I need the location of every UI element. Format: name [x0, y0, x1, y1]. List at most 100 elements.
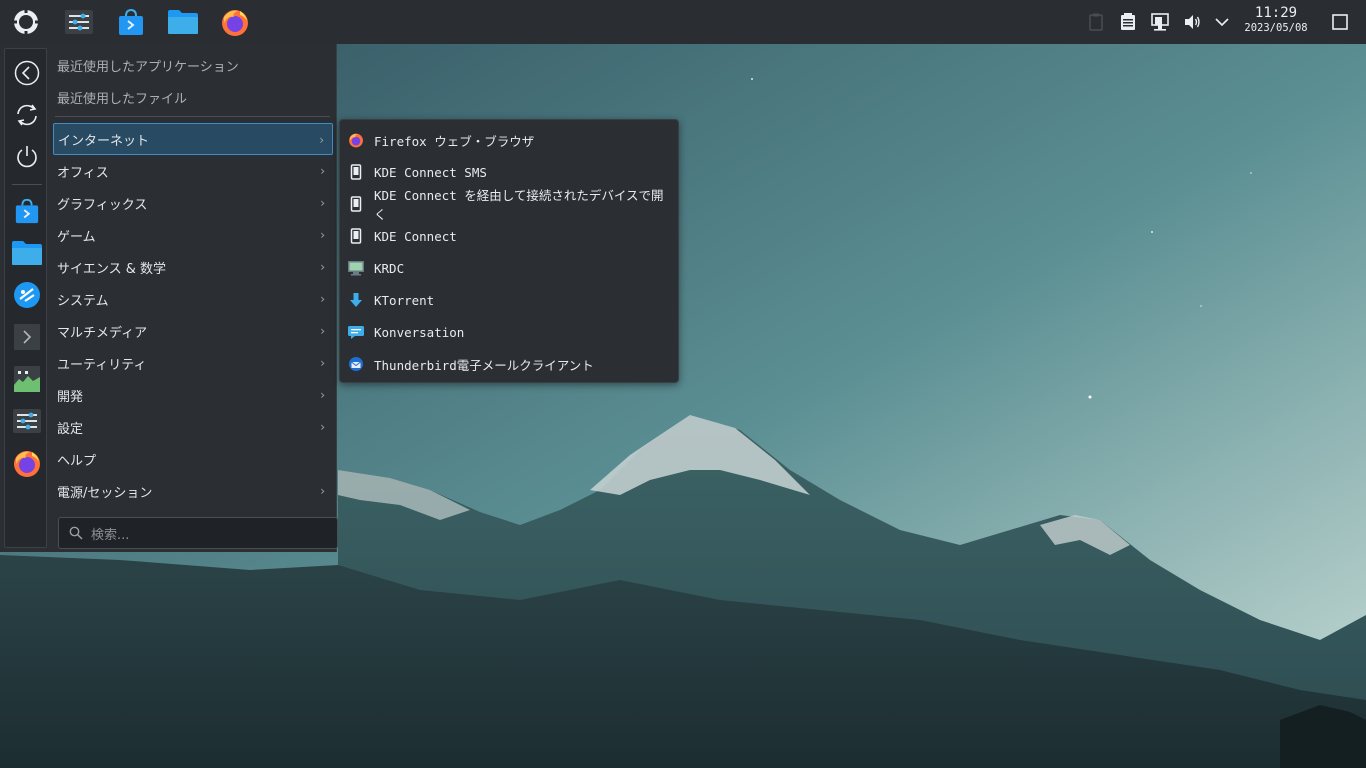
clock-time: 11:29 — [1254, 5, 1298, 21]
tray-expand[interactable] — [1204, 4, 1240, 40]
show-desktop-button[interactable] — [1322, 4, 1358, 40]
chevron-right-icon: › — [320, 324, 325, 338]
shutdown-button[interactable] — [11, 141, 43, 173]
digital-clock[interactable]: 11:29 2023/05/08 — [1236, 6, 1316, 34]
internet-submenu: Firefox ウェブ・ブラウザ KDE Connect SMS KDE Conne… — [339, 119, 679, 383]
taskbar-system-settings[interactable] — [61, 4, 97, 40]
chevron-right-icon: › — [320, 484, 325, 498]
chat-icon — [347, 323, 365, 341]
firefox-icon — [222, 10, 248, 36]
thunderbird-icon — [347, 355, 365, 373]
favorite-dolphin[interactable] — [11, 237, 43, 269]
submenu-item-label: Firefox ウェブ・ブラウザ — [374, 133, 535, 149]
submenu-item[interactable]: Konversation — [345, 317, 675, 347]
phone-icon — [347, 227, 365, 245]
favorite-system-settings[interactable] — [11, 405, 43, 437]
category-item[interactable]: システム › — [53, 283, 333, 315]
submenu-item[interactable]: KDE Connect を経由して接続されたデバイスで開く — [345, 188, 675, 222]
category-label: システム — [57, 293, 109, 309]
category-item[interactable]: サイエンス & 数学 › — [53, 251, 333, 283]
favorite-discover[interactable] — [11, 195, 43, 227]
taskbar-firefox[interactable] — [217, 4, 253, 40]
submenu-item[interactable]: Firefox ウェブ・ブラウザ — [345, 125, 675, 155]
clock-date: 2023/05/08 — [1244, 22, 1308, 34]
application-launcher-button[interactable] — [8, 4, 44, 40]
back-button[interactable] — [11, 57, 43, 89]
category-item[interactable]: オフィス › — [53, 155, 333, 187]
category-item[interactable]: インターネット › — [53, 123, 333, 155]
tray-printer[interactable] — [1110, 4, 1146, 40]
chevron-down-icon — [1215, 18, 1229, 27]
category-item[interactable]: 電源/セッション › — [53, 475, 333, 507]
chevron-right-icon: › — [320, 388, 325, 402]
submenu-item-label: KDE Connect SMS — [374, 164, 487, 180]
tray-network[interactable] — [1142, 4, 1178, 40]
category-item[interactable]: ゲーム › — [53, 219, 333, 251]
favorite-firefox[interactable] — [11, 447, 43, 479]
top-panel: 11:29 2023/05/08 — [0, 0, 1366, 44]
network-wired-icon — [1151, 13, 1169, 31]
favorite-konsole[interactable] — [11, 321, 43, 353]
category-label: グラフィックス — [57, 197, 148, 213]
submenu-item-label: KTorrent — [374, 292, 435, 308]
category-item[interactable]: 設定 › — [53, 411, 333, 443]
category-label: オフィス — [57, 165, 109, 181]
submenu-item[interactable]: KRDC — [345, 253, 675, 283]
notes-icon — [1121, 13, 1135, 30]
speaker-icon — [1185, 15, 1200, 29]
submenu-item[interactable]: KDE Connect — [345, 221, 675, 251]
tray-clipboard[interactable] — [1078, 4, 1114, 40]
category-item[interactable]: ユーティリティ › — [53, 347, 333, 379]
category-label: ヘルプ — [57, 453, 97, 469]
chevron-right-icon: › — [320, 420, 325, 434]
show-desktop-icon — [1332, 14, 1348, 30]
favorite-system-monitor[interactable] — [11, 363, 43, 395]
chevron-right-icon: › — [320, 196, 325, 210]
system-monitor-icon — [14, 366, 40, 392]
submenu-item-label: KRDC — [374, 260, 405, 276]
discover-store-icon — [15, 198, 39, 224]
category-label: マルチメディア — [57, 325, 148, 341]
firefox-icon — [347, 131, 365, 149]
menu-separator — [55, 116, 330, 117]
power-icon — [17, 146, 37, 168]
submenu-item[interactable]: KTorrent — [345, 285, 675, 315]
search-placeholder: 検索... — [91, 527, 130, 543]
download-icon — [347, 291, 365, 309]
back-arrow-icon — [14, 60, 40, 86]
submenu-item[interactable]: Thunderbird電子メールクライアント — [345, 349, 675, 379]
kde-gear-icon — [12, 8, 40, 36]
clipboard-icon — [1089, 13, 1103, 31]
category-item[interactable]: グラフィックス › — [53, 187, 333, 219]
favorite-kdeconnect[interactable] — [11, 279, 43, 311]
restart-icon — [17, 104, 37, 126]
category-label: 開発 — [57, 389, 84, 405]
category-label: 設定 — [57, 421, 84, 437]
category-item[interactable]: ヘルプ — [53, 443, 333, 475]
taskbar-discover[interactable] — [113, 4, 149, 40]
submenu-item[interactable]: KDE Connect SMS — [345, 157, 675, 187]
terminal-icon — [14, 324, 40, 350]
restart-button[interactable] — [11, 99, 43, 131]
category-label: インターネット — [58, 133, 150, 149]
submenu-item-label: Konversation — [374, 324, 465, 340]
submenu-item-label: KDE Connect — [374, 228, 457, 244]
category-item[interactable]: マルチメディア › — [53, 315, 333, 347]
plasma-blue-icon — [14, 282, 40, 308]
search-field[interactable]: 検索... — [58, 517, 338, 549]
chevron-right-icon: › — [320, 164, 325, 178]
firefox-icon — [14, 451, 40, 477]
chevron-right-icon: › — [320, 292, 325, 306]
taskbar-dolphin[interactable] — [165, 4, 201, 40]
category-label: 電源/セッション — [57, 485, 153, 501]
system-settings-icon — [13, 409, 41, 433]
discover-store-icon — [119, 8, 143, 35]
launcher-favorites-sidebar — [4, 48, 47, 548]
recent-files[interactable]: 最近使用したファイル — [57, 88, 187, 107]
sidebar-separator — [12, 184, 42, 185]
phone-icon — [347, 163, 365, 181]
remote-desktop-icon — [347, 259, 365, 277]
category-label: ユーティリティ — [57, 357, 147, 373]
category-item[interactable]: 開発 › — [53, 379, 333, 411]
recent-applications[interactable]: 最近使用したアプリケーション — [57, 56, 239, 75]
